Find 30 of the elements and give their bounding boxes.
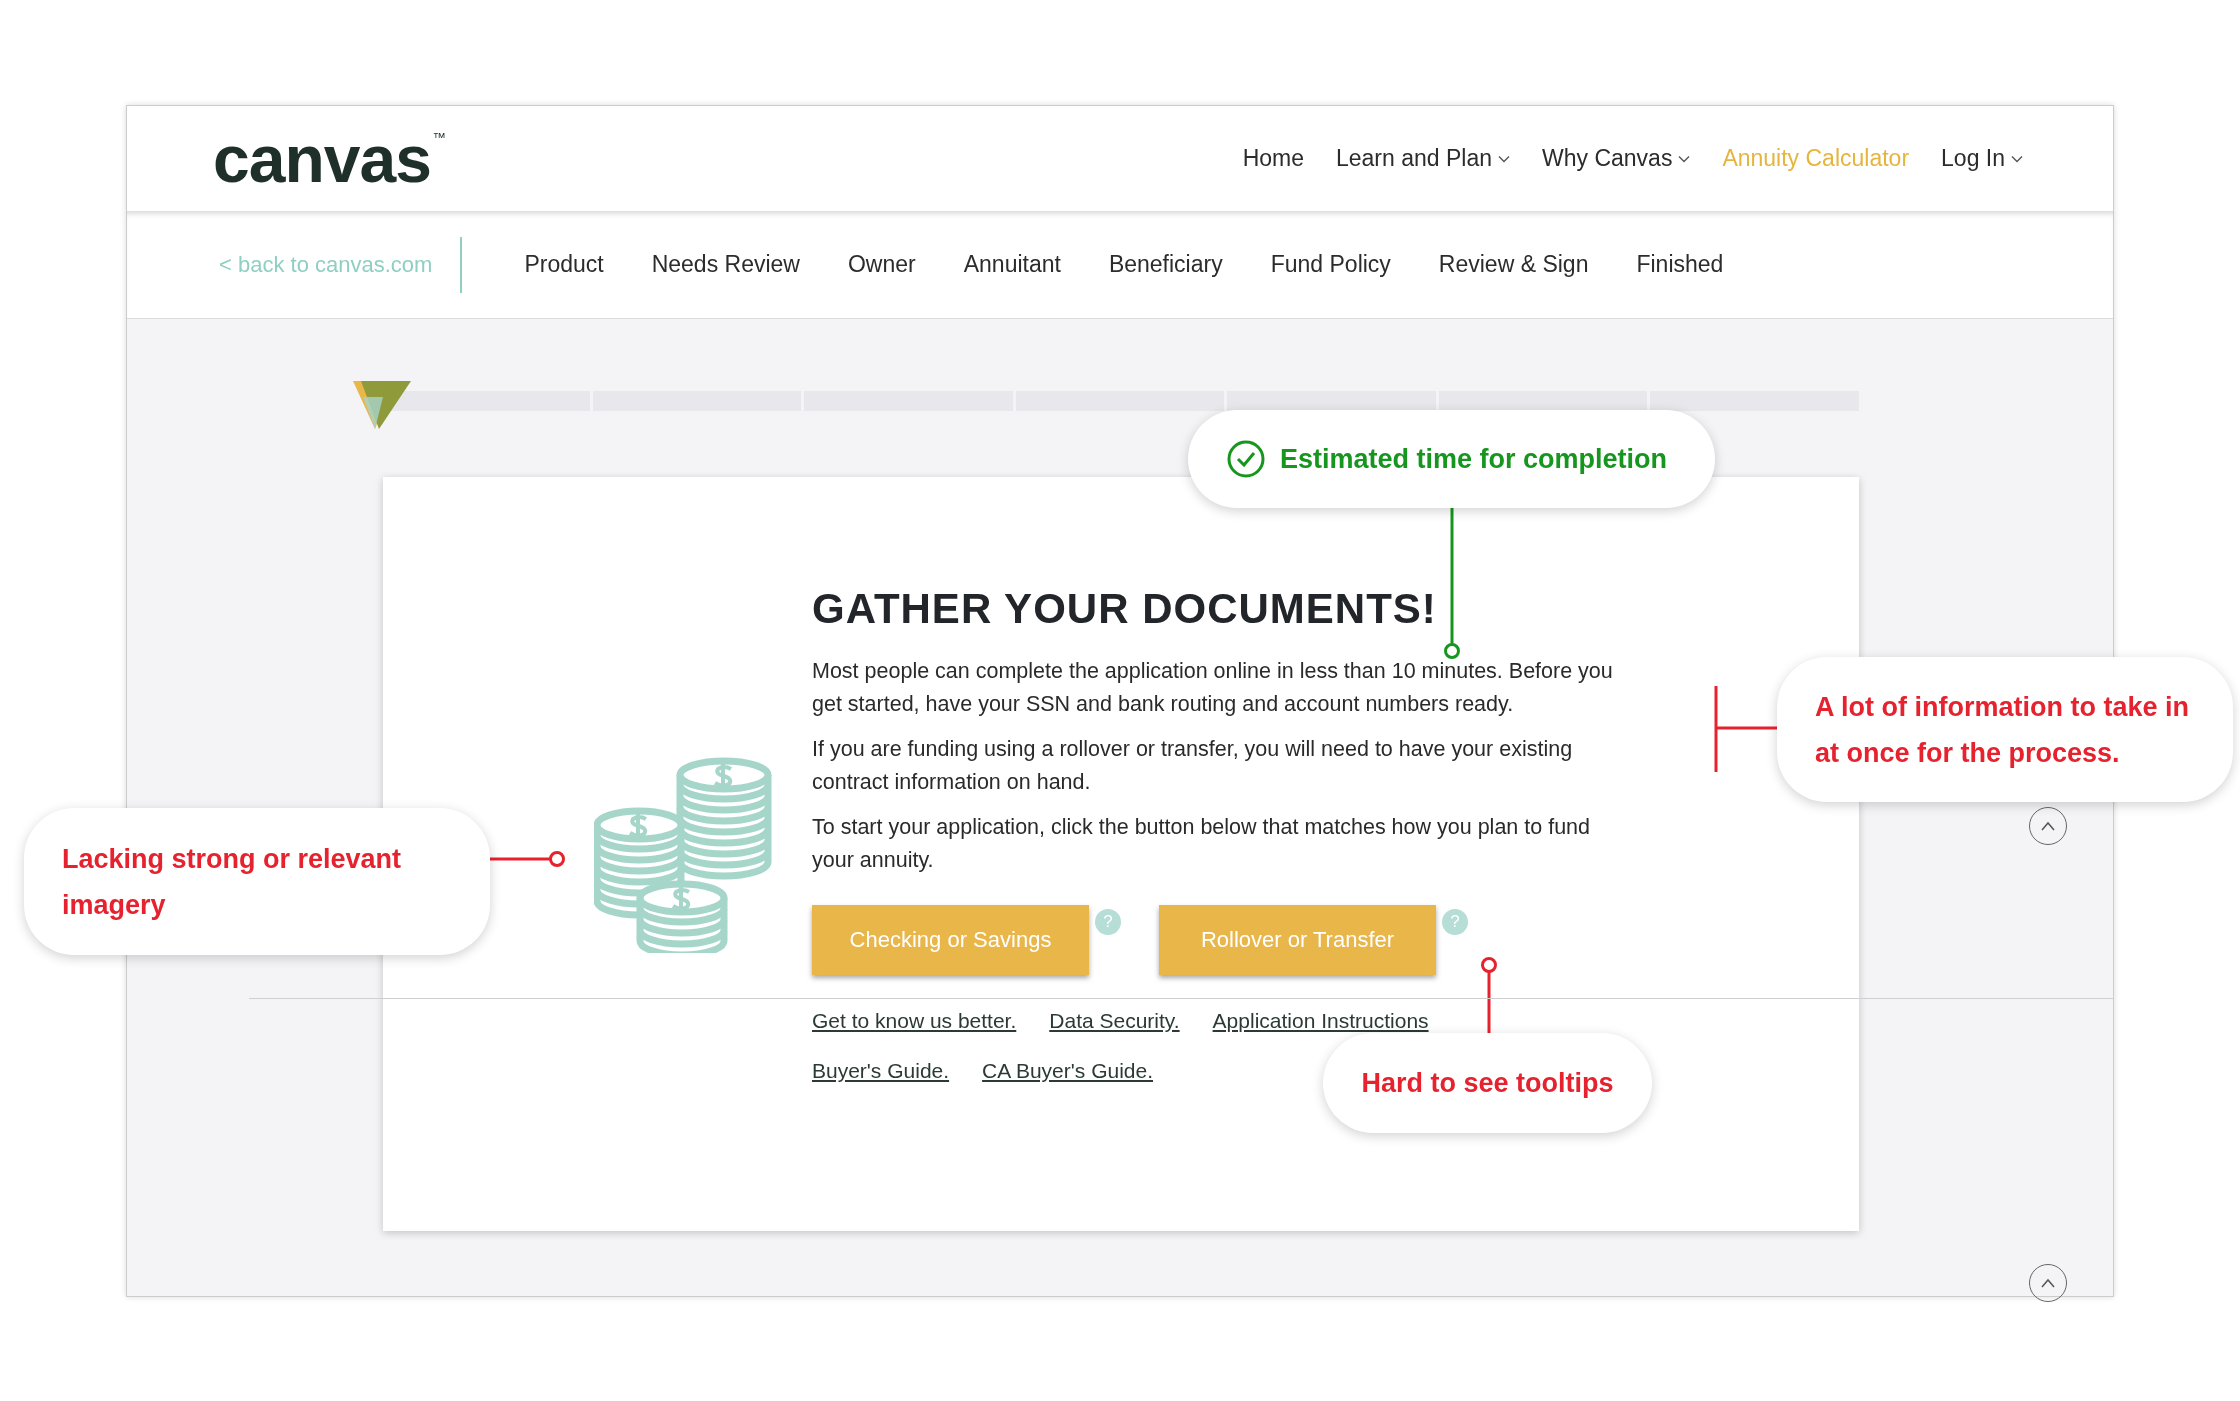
step-tab[interactable]: Finished — [1636, 251, 1724, 278]
step-tab[interactable]: Needs Review — [651, 251, 800, 278]
page-heading: GATHER YOUR DOCUMENTS! — [812, 585, 1438, 633]
nav-link[interactable]: Learn and Plan — [1336, 145, 1510, 172]
annotation-text: Estimated time for completion — [1280, 443, 1668, 476]
step-tab[interactable]: Fund Policy — [1270, 251, 1391, 278]
instruction-text: To start your application, click the button below that matches how you plan to fund your annuity. — [812, 814, 1592, 874]
footer-link[interactable]: CA Buyer's Guide. — [982, 1059, 1153, 1083]
footer-link[interactable]: Get to know us better. — [812, 1009, 1017, 1033]
footer-link[interactable]: Application Instructions — [1212, 1009, 1429, 1033]
chevron-up-icon — [2041, 1278, 2055, 1288]
footer-link[interactable]: Data Security. — [1049, 1009, 1180, 1033]
triangle-marker — [353, 379, 411, 431]
annotation-text: Lacking strong or relevant imagery — [62, 842, 403, 922]
step-tab[interactable]: Review & Sign — [1438, 251, 1589, 278]
annotation-text: A lot of information to take in at once for the process. — [1815, 690, 2190, 770]
step-tab[interactable]: Beneficiary — [1108, 251, 1223, 278]
instruction-text: If you are funding using a rollover or transfer, you will need to have your existing contract information on hand. — [812, 736, 1574, 796]
nav-link[interactable]: Log In — [1941, 145, 2023, 172]
step-tab[interactable]: Product — [524, 251, 604, 278]
chevron-up-icon — [2041, 821, 2055, 831]
annotation-text: Hard to see tooltips — [1361, 1067, 1614, 1100]
instruction-text: Most people can complete the application online in less than 10 minutes. Before you get started, have your SSN and bank routing and account numbers ready. — [812, 658, 1614, 718]
trademark-sign: ™ — [432, 129, 446, 145]
step-tab[interactable]: Owner — [847, 251, 916, 278]
logo[interactable]: canvas — [213, 125, 431, 192]
step-tab[interactable]: Annuitant — [963, 251, 1061, 278]
footer-link[interactable]: Buyer's Guide. — [812, 1059, 950, 1083]
nav-link[interactable]: Why Canvas — [1542, 145, 1691, 172]
nav-link[interactable]: Home — [1242, 145, 1304, 172]
